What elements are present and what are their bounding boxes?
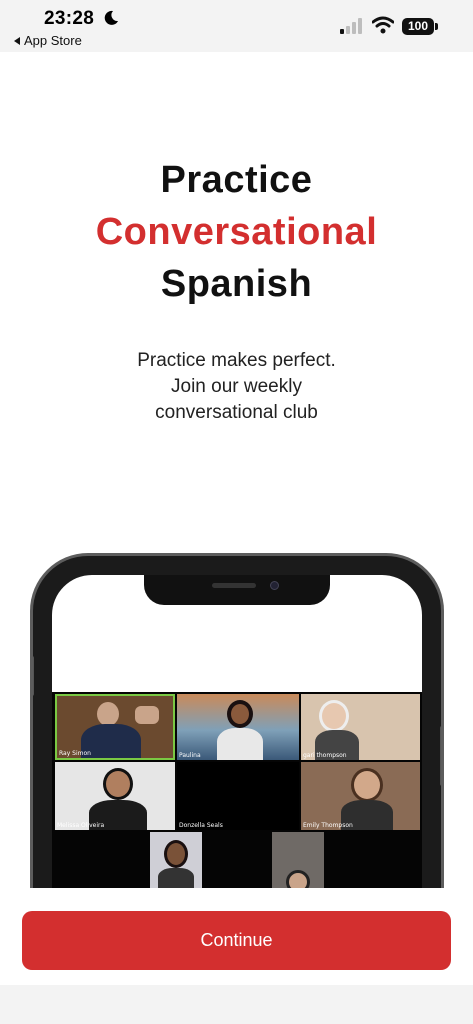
battery-level: 100: [402, 18, 434, 35]
phone-notch: [144, 575, 330, 605]
title-line-1: Practice: [160, 159, 313, 201]
back-arrow-icon: [14, 36, 20, 45]
participant-tile: Paulina: [177, 694, 299, 760]
status-time: 23:28: [44, 8, 95, 29]
subtitle-line-2: Join our weekly: [171, 376, 302, 397]
participant-name: gari thompson: [303, 752, 347, 759]
participant-tile: [150, 832, 202, 890]
home-indicator-area: [0, 985, 473, 1024]
participant-name: Paulina: [179, 752, 201, 759]
back-app-label: App Store: [24, 33, 82, 48]
title-line-2-accent: Conversational: [95, 211, 378, 253]
participant-tile: Donzella Seals: [177, 762, 299, 830]
camera-icon: [270, 581, 279, 590]
wifi-icon: [372, 16, 394, 34]
battery-icon: 100: [402, 18, 438, 35]
participant-name: Melissa Oliveira: [57, 822, 105, 829]
participant-tile: Ray Simon: [55, 694, 175, 760]
participant-tile: Emily Thompson: [301, 762, 420, 830]
participant-tile: Melissa Oliveira: [55, 762, 175, 830]
signal-icon: [340, 18, 362, 34]
participant-name: Ray Simon: [59, 750, 91, 757]
page-title: Practice Conversational Spanish: [0, 154, 473, 310]
participant-name: Donzella Seals: [179, 822, 223, 829]
subtitle-line-3: conversational club: [155, 402, 318, 423]
participant-tile: [272, 832, 324, 890]
title-line-3: Spanish: [160, 263, 313, 305]
participant-name: Emily Thompson: [303, 822, 353, 829]
participant-tile: gari thompson: [301, 694, 420, 760]
status-bar: 23:28 App Store 100: [0, 0, 473, 52]
subtitle-line-1: Practice makes perfect.: [137, 350, 336, 371]
subtitle: Practice makes perfect. Join our weekly …: [0, 348, 473, 426]
continue-button[interactable]: Continue: [22, 911, 451, 970]
moon-icon: [104, 10, 118, 25]
back-to-app-store-link[interactable]: App Store: [14, 33, 82, 48]
